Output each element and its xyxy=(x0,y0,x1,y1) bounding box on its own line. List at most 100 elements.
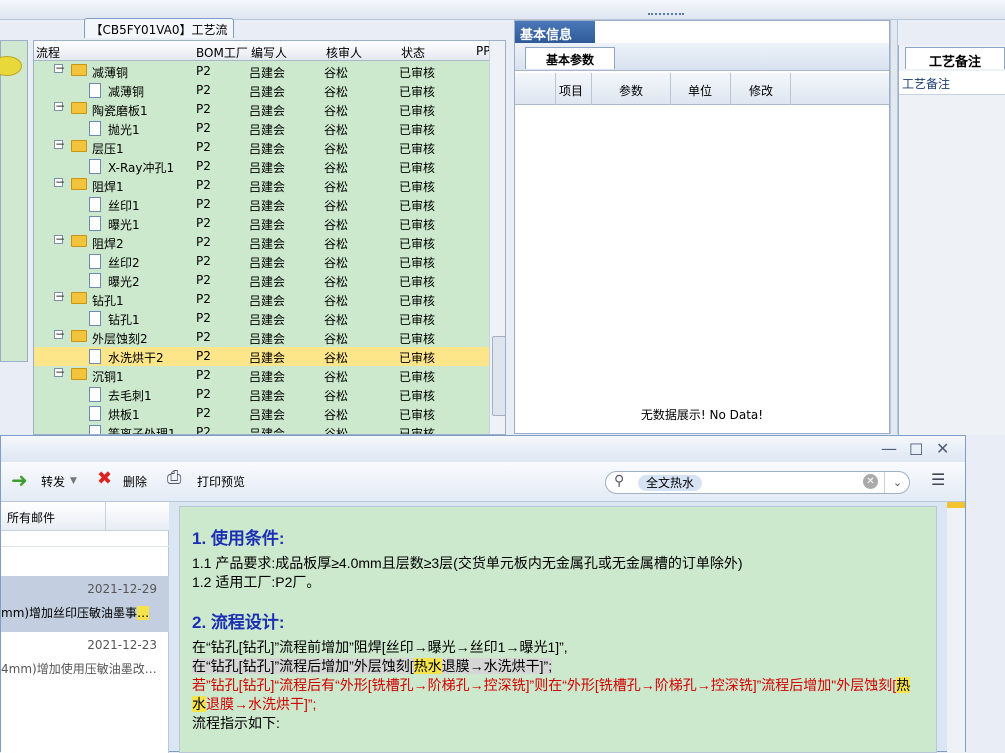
process-name: X-Ray冲孔1 xyxy=(108,161,175,175)
grid-scrollbar[interactable] xyxy=(489,41,505,434)
grid-scroll-thumb[interactable] xyxy=(492,336,505,416)
bom-factory: P2 xyxy=(196,254,211,268)
col-header-reviewer[interactable]: 核审人 xyxy=(326,44,362,61)
maximize-icon[interactable]: ☐ xyxy=(909,440,923,459)
process-name: 烘板1 xyxy=(108,408,140,422)
all-mail-label[interactable]: 所有邮件 xyxy=(7,509,55,526)
mail-item[interactable]: 2021-12-23 4mm)增加使用压敏油墨改… xyxy=(1,632,169,688)
table-row[interactable]: 等离子处理1 P2 吕建会 谷松 已审核 xyxy=(34,423,489,435)
scroll-indicator xyxy=(947,502,965,508)
bom-factory: P2 xyxy=(196,140,211,154)
collapse-icon[interactable]: − xyxy=(54,366,65,378)
table-row[interactable]: − 钻孔1 P2 吕建会 谷松 已审核 xyxy=(34,290,489,309)
mail-window: — ☐ ✕ ➜ 转发 ▼ ✖ 删除 ⎙ 打印预览 ⚲ 全文热水 ✕ ⌄ ☰ 所有… xyxy=(0,435,966,753)
table-row[interactable]: − 层压1 P2 吕建会 谷松 已审核 xyxy=(34,138,489,157)
print-icon[interactable]: ⎙ xyxy=(167,467,181,488)
col-separator xyxy=(790,73,791,105)
table-row[interactable]: − 沉铜1 P2 吕建会 谷松 已审核 xyxy=(34,366,489,385)
status: 已审核 xyxy=(399,237,436,251)
minimize-icon[interactable]: — xyxy=(881,439,897,458)
writer: 吕建会 xyxy=(249,427,286,435)
section-heading-conditions: 1. 使用条件: xyxy=(192,529,285,548)
menu-icon[interactable]: ☰ xyxy=(931,470,945,489)
col-item[interactable]: 项目 xyxy=(559,82,583,99)
table-row[interactable]: 曝光2 P2 吕建会 谷松 已审核 xyxy=(34,271,489,290)
writer: 吕建会 xyxy=(249,85,286,99)
delete-icon[interactable]: ✖ xyxy=(97,468,112,489)
list-divider xyxy=(1,546,169,547)
mail-list-header: 所有邮件 xyxy=(1,502,169,531)
table-row[interactable]: 水洗烘干2 P2 吕建会 谷松 已审核 xyxy=(34,347,489,366)
collapse-icon[interactable]: − xyxy=(54,233,65,245)
reviewer: 谷松 xyxy=(324,104,349,118)
bom-factory: P2 xyxy=(196,330,211,344)
forward-dropdown-icon[interactable]: ▼ xyxy=(70,476,77,486)
table-row[interactable]: − 外层蚀刻2 P2 吕建会 谷松 已审核 xyxy=(34,328,489,347)
table-row[interactable]: − 阻焊1 P2 吕建会 谷松 已审核 xyxy=(34,176,489,195)
mail-body-scrollbar[interactable] xyxy=(947,502,965,753)
col-modify[interactable]: 修改 xyxy=(749,82,773,99)
table-row[interactable]: 烘板1 P2 吕建会 谷松 已审核 xyxy=(34,404,489,423)
basic-info-header[interactable]: 基本信息 xyxy=(515,21,595,43)
collapse-icon[interactable]: − xyxy=(54,176,65,188)
col-unit[interactable]: 单位 xyxy=(688,82,712,99)
reviewer: 谷松 xyxy=(324,85,349,99)
mail-date: 2021-12-29 xyxy=(87,582,157,596)
table-row[interactable]: 减薄铜 P2 吕建会 谷松 已审核 xyxy=(34,81,489,100)
table-row[interactable]: 去毛刺1 P2 吕建会 谷松 已审核 xyxy=(34,385,489,404)
table-row[interactable]: 丝印2 P2 吕建会 谷松 已审核 xyxy=(34,252,489,271)
reviewer: 谷松 xyxy=(324,66,349,80)
collapse-icon[interactable]: − xyxy=(54,62,65,74)
search-term[interactable]: 全文热水 xyxy=(638,475,703,491)
mail-search[interactable]: ⚲ 全文热水 ✕ ⌄ xyxy=(605,471,910,494)
process-name: 阻焊2 xyxy=(92,237,124,251)
process-name: 钻孔1 xyxy=(92,294,124,308)
mail-item[interactable]: 2021-12-29 mm)增加丝印压敏油墨事… xyxy=(1,576,169,632)
col-header-process[interactable]: 流程 xyxy=(36,44,60,61)
forward-button[interactable]: 转发 xyxy=(41,473,65,490)
col-param[interactable]: 参数 xyxy=(619,82,643,99)
writer: 吕建会 xyxy=(249,332,286,346)
table-row[interactable]: 钻孔1 P2 吕建会 谷松 已审核 xyxy=(34,309,489,328)
writer: 吕建会 xyxy=(249,161,286,175)
process-tab-title[interactable]: 【CB5FY01VA0】工艺流程 xyxy=(84,18,234,54)
col-header-status[interactable]: 状态 xyxy=(401,44,425,61)
bom-factory: P2 xyxy=(196,216,211,230)
collapse-icon[interactable]: − xyxy=(54,290,65,302)
mail-subject: mm)增加丝印压敏油墨事… xyxy=(1,606,150,620)
table-row[interactable]: − 减薄铜 P2 吕建会 谷松 已审核 xyxy=(34,62,489,81)
search-options-icon[interactable]: ⌄ xyxy=(884,472,910,493)
tab-basic-params[interactable]: 基本参数 xyxy=(525,47,615,69)
process-notes-label: 工艺备注 xyxy=(899,71,1005,95)
collapse-icon[interactable]: − xyxy=(54,100,65,112)
table-row[interactable]: X-Ray冲孔1 P2 吕建会 谷松 已审核 xyxy=(34,157,489,176)
table-row[interactable]: 抛光1 P2 吕建会 谷松 已审核 xyxy=(34,119,489,138)
clear-search-icon[interactable]: ✕ xyxy=(863,474,878,489)
col-header-bom[interactable]: BOM工厂 xyxy=(196,44,248,61)
vertical-splitter[interactable] xyxy=(890,20,898,434)
collapse-icon[interactable]: − xyxy=(54,138,65,150)
forward-icon[interactable]: ➜ xyxy=(11,468,28,492)
process-name: 减薄铜 xyxy=(108,85,145,99)
col-header-writer[interactable]: 编写人 xyxy=(251,44,287,61)
table-row[interactable]: − 陶瓷磨板1 P2 吕建会 谷松 已审核 xyxy=(34,100,489,119)
collapse-icon[interactable]: − xyxy=(54,328,65,340)
close-icon[interactable]: ✕ xyxy=(936,439,949,458)
writer: 吕建会 xyxy=(249,351,286,365)
splitter-grip[interactable] xyxy=(648,13,684,18)
status: 已审核 xyxy=(399,313,436,327)
status: 已审核 xyxy=(399,142,436,156)
writer: 吕建会 xyxy=(249,66,286,80)
bom-factory: P2 xyxy=(196,387,211,401)
mail-list: 所有邮件 2021-12-29 mm)增加丝印压敏油墨事… 2021-12-23… xyxy=(1,502,169,753)
print-preview-button[interactable]: 打印预览 xyxy=(197,473,245,490)
table-row[interactable]: − 阻焊2 P2 吕建会 谷松 已审核 xyxy=(34,233,489,252)
delete-button[interactable]: 删除 xyxy=(123,473,147,490)
process-name: 陶瓷磨板1 xyxy=(92,104,148,118)
table-row[interactable]: 丝印1 P2 吕建会 谷松 已审核 xyxy=(34,195,489,214)
bom-factory: P2 xyxy=(196,121,211,135)
status: 已审核 xyxy=(399,275,436,289)
list-header-divider xyxy=(105,502,106,531)
table-row[interactable]: 曝光1 P2 吕建会 谷松 已审核 xyxy=(34,214,489,233)
tab-process-notes[interactable]: 工艺备注 xyxy=(905,47,1005,70)
